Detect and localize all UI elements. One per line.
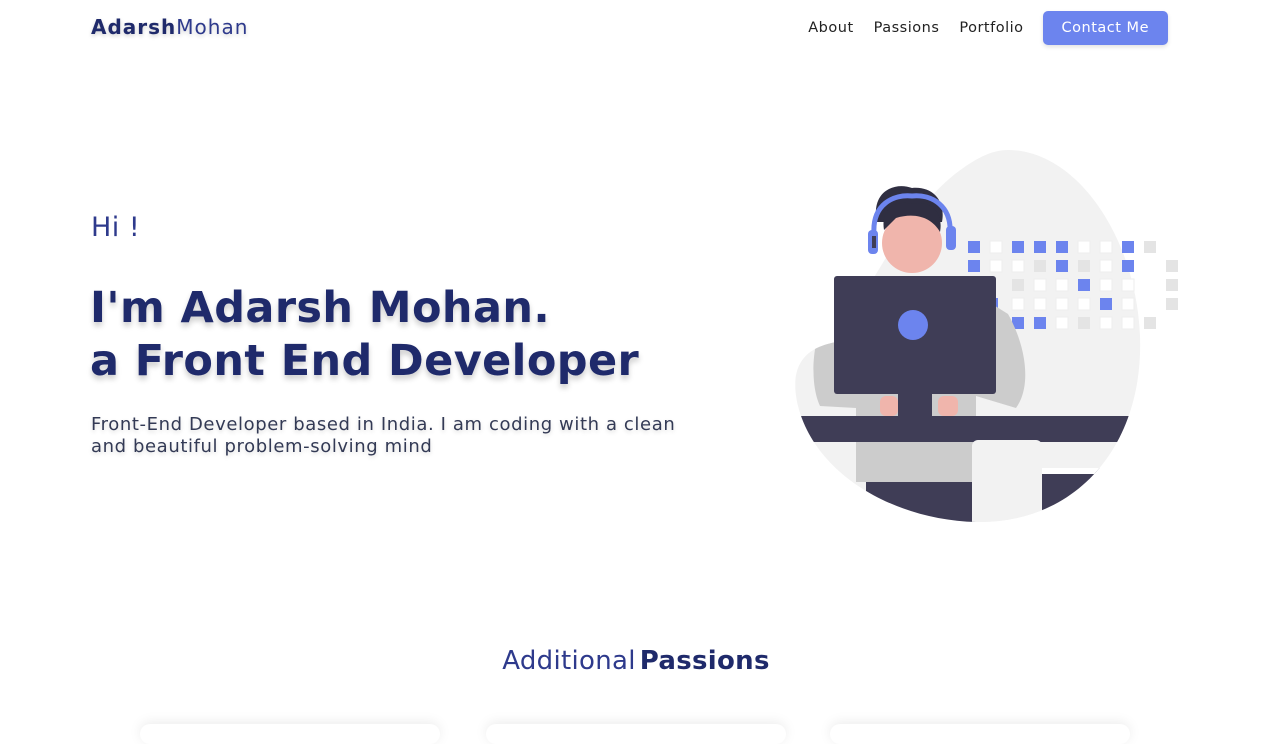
logo-first-name: Adarsh bbox=[91, 15, 177, 39]
passions-title-light: Additional bbox=[502, 646, 636, 676]
nav-link-about[interactable]: About bbox=[808, 20, 853, 36]
passion-card[interactable] bbox=[486, 724, 786, 744]
hero-intro: Front-End Developer based in India. I am… bbox=[91, 414, 676, 457]
logo-last-name: Mohan bbox=[176, 15, 249, 39]
top-navbar: AdarshMohan About Passions Portfolio Con… bbox=[0, 0, 1272, 56]
nav-link-passions[interactable]: Passions bbox=[874, 20, 940, 36]
nav-links: About Passions Portfolio Contact Me bbox=[788, 11, 1168, 45]
passions-title-bold: Passions bbox=[639, 646, 770, 676]
passion-card[interactable] bbox=[140, 724, 440, 744]
nav-link-portfolio[interactable]: Portfolio bbox=[959, 20, 1023, 36]
hero-headline: I'm Adarsh Mohan. a Front End Developer bbox=[90, 282, 639, 388]
hero-greeting: Hi ! bbox=[91, 212, 141, 243]
passion-card[interactable] bbox=[830, 724, 1130, 744]
headline-line-2: a Front End Developer bbox=[90, 336, 640, 386]
developer-illustration bbox=[795, 150, 1178, 523]
site-logo[interactable]: AdarshMohan bbox=[91, 15, 248, 39]
contact-me-button[interactable]: Contact Me bbox=[1042, 11, 1168, 45]
passions-section-title: Additional Passions bbox=[0, 646, 1272, 676]
headline-line-1: I'm Adarsh Mohan. bbox=[90, 283, 551, 333]
hero-illustration bbox=[776, 146, 1186, 530]
